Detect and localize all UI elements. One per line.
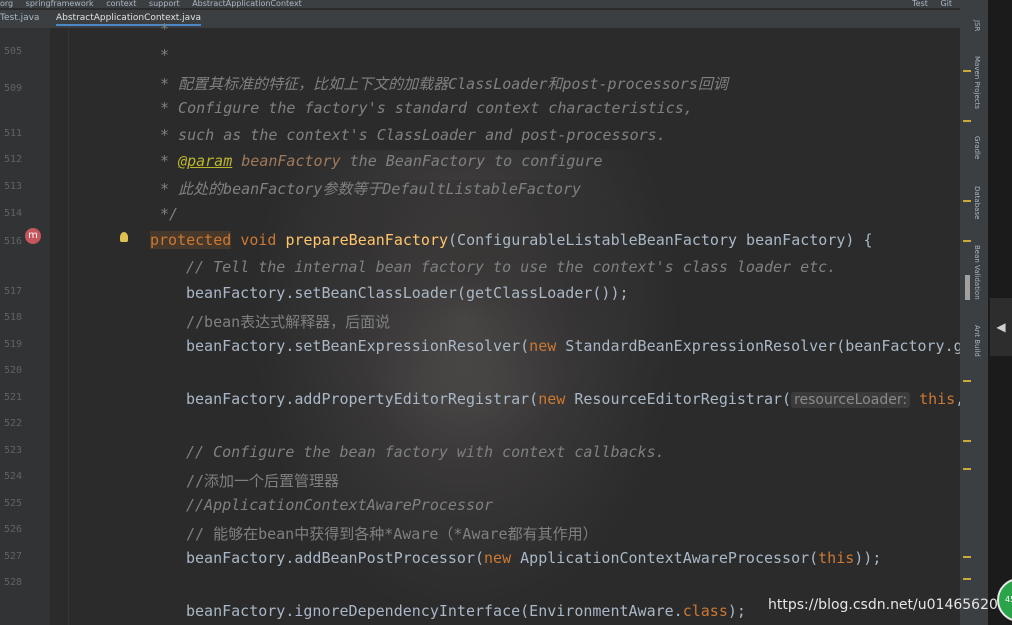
editor-tabs: Test.java AbstractApplicationContext.jav… xyxy=(0,10,960,29)
code-line-statement[interactable]: beanFactory.setBeanClassLoader(getClassL… xyxy=(186,284,629,302)
scroll-marker xyxy=(963,120,971,122)
tool-window-jsr[interactable]: JSR xyxy=(973,20,981,31)
line-number: 517 xyxy=(4,286,23,297)
line-number: 512 xyxy=(4,154,23,165)
code-line-comment[interactable]: */ xyxy=(160,205,178,223)
tool-window-bean-validation[interactable]: Bean Validation xyxy=(973,245,981,300)
code-token: ); xyxy=(727,602,746,620)
method-override-icon[interactable]: m xyxy=(25,228,41,244)
code-line-statement[interactable]: beanFactory.addBeanPostProcessor(new App… xyxy=(186,549,881,567)
code-line-statement[interactable]: beanFactory.setBeanExpressionResolver(ne… xyxy=(186,337,990,355)
scroll-marker xyxy=(963,468,971,470)
code-line-javadoc-param[interactable]: * @param beanFactory the BeanFactory to … xyxy=(160,152,603,170)
fold-guide xyxy=(68,28,69,625)
code-token-method-name: prepareBeanFactory xyxy=(285,231,449,249)
code-line-method-signature[interactable]: protected void prepareBeanFactory(Config… xyxy=(150,231,872,249)
code-line-comment[interactable]: //bean表达式解释器，后面说 xyxy=(186,311,390,332)
tool-window-gradle[interactable]: Gradle xyxy=(973,136,981,159)
scroll-marker xyxy=(963,380,971,382)
code-line-comment[interactable]: * such as the context's ClassLoader and … xyxy=(160,126,666,144)
scroll-marker xyxy=(963,578,971,580)
code-token: the BeanFactory to configure xyxy=(340,152,603,170)
line-number: 513 xyxy=(4,181,23,192)
code-line-comment[interactable]: // 能够在bean中获得到各种*Aware（*Aware都有其作用） xyxy=(186,523,598,544)
code-token-annotation: @param xyxy=(178,152,233,170)
code-line-comment[interactable]: * xyxy=(160,20,169,38)
collapse-panel-icon[interactable]: ◀ xyxy=(990,298,1012,356)
code-line-comment[interactable]: //添加一个后置管理器 xyxy=(186,470,339,491)
code-line-comment[interactable]: * 此处的beanFactory参数等于DefaultListableFacto… xyxy=(160,178,581,199)
line-number: 516 xyxy=(4,236,23,247)
breadcrumb-org[interactable]: org xyxy=(0,0,13,8)
code-token-keyword: class xyxy=(682,602,728,620)
code-line-comment[interactable]: * 配置其标准的特征，比如上下文的加载器ClassLoader和post-pro… xyxy=(160,73,728,94)
line-number: 522 xyxy=(4,418,23,429)
navigation-bar: org springframework context support Abst… xyxy=(0,0,1012,8)
line-number-gutter: 505 509 511 512 513 514 516 517 518 519 … xyxy=(0,28,50,625)
code-token-keyword: new xyxy=(529,337,557,355)
run-config-select[interactable]: Test xyxy=(912,0,928,8)
tab-test-java[interactable]: Test.java xyxy=(0,13,39,23)
code-token-param: beanFactory xyxy=(241,152,341,170)
code-line-comment[interactable]: //ApplicationContextAwareProcessor xyxy=(186,496,493,514)
code-token: * xyxy=(160,152,179,170)
code-token: ApplicationContextAwareProcessor( xyxy=(511,549,819,567)
line-number: 514 xyxy=(4,208,23,219)
code-line-comment[interactable]: * xyxy=(160,46,169,64)
code-token-keyword: this xyxy=(818,549,855,567)
line-number: 509 xyxy=(4,83,23,94)
code-token: beanFactory.setBeanExpressionResolver( xyxy=(186,337,530,355)
code-token: beanFactory.addPropertyEditorRegistrar( xyxy=(186,390,539,408)
code-token: )); xyxy=(854,549,882,567)
breadcrumb-class[interactable]: AbstractApplicationContext xyxy=(192,0,302,8)
intention-bulb-icon[interactable] xyxy=(120,232,128,242)
line-number: 524 xyxy=(4,471,23,482)
code-token-keyword: this xyxy=(919,390,956,408)
breadcrumb-context[interactable]: context xyxy=(106,0,136,8)
line-number: 527 xyxy=(4,551,23,562)
scroll-marker xyxy=(963,200,971,202)
scroll-marker xyxy=(963,440,971,442)
scroll-marker xyxy=(963,240,971,242)
line-number: 528 xyxy=(4,577,23,588)
code-line-comment[interactable]: // Tell the internal bean factory to use… xyxy=(186,258,836,276)
line-number: 505 xyxy=(4,46,23,57)
line-number: 521 xyxy=(4,392,23,403)
line-number: 525 xyxy=(4,498,23,509)
parameter-hint: resourceLoader: xyxy=(791,392,911,408)
editor-scrollbar-thumb[interactable] xyxy=(965,275,970,300)
code-token-keyword: new xyxy=(484,549,512,567)
code-line-statement[interactable]: beanFactory.addPropertyEditorRegistrar(n… xyxy=(186,390,964,408)
code-line-comment[interactable]: * Configure the factory's standard conte… xyxy=(160,99,693,117)
code-token: beanFactory.addBeanPostProcessor( xyxy=(186,549,485,567)
line-number: 526 xyxy=(4,524,23,535)
code-token: (ConfigurableListableBeanFactory beanFac… xyxy=(448,231,873,249)
code-token: StandardBeanExpressionResolver(beanFacto… xyxy=(556,337,990,355)
line-number: 518 xyxy=(4,312,23,323)
scroll-marker xyxy=(963,556,971,558)
code-token: beanFactory.ignoreDependencyInterface(En… xyxy=(186,602,683,620)
breadcrumb-springframework[interactable]: springframework xyxy=(26,0,94,8)
code-token: ResourceEditorRegistrar( xyxy=(565,390,792,408)
blog-watermark: https://blog.csdn.net/u01465620 xyxy=(768,597,998,613)
vcs-label[interactable]: Git xyxy=(940,0,952,8)
tool-window-database[interactable]: Database xyxy=(973,186,981,219)
line-number: 519 xyxy=(4,339,23,350)
code-token-keyword: new xyxy=(538,390,566,408)
line-number: 523 xyxy=(4,445,23,456)
tab-abstract-application-context[interactable]: AbstractApplicationContext.java xyxy=(56,13,202,26)
tool-window-ant-build[interactable]: Ant Build xyxy=(973,325,981,357)
tool-window-maven[interactable]: Maven Projects xyxy=(973,56,981,109)
line-number: 511 xyxy=(4,128,23,139)
code-line-statement[interactable]: beanFactory.ignoreDependencyInterface(En… xyxy=(186,602,746,620)
code-token-keyword: void xyxy=(240,231,277,249)
scroll-marker xyxy=(963,70,971,72)
code-line-comment[interactable]: // Configure the bean factory with conte… xyxy=(186,443,665,461)
line-number: 520 xyxy=(4,365,23,376)
breadcrumb-support[interactable]: support xyxy=(149,0,180,8)
code-token-keyword: protected xyxy=(150,231,232,249)
